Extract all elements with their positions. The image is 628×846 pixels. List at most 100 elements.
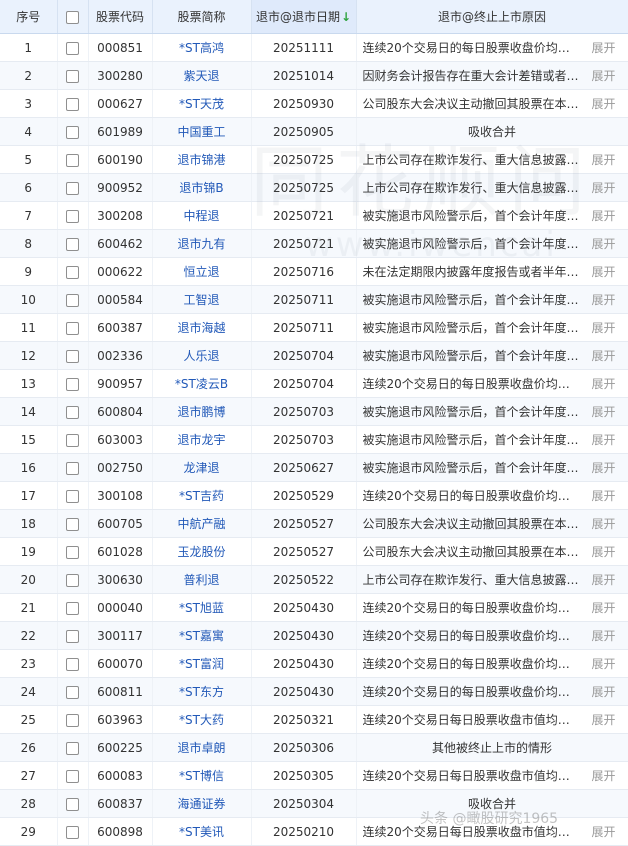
stock-name-link[interactable]: *ST大药	[179, 713, 224, 727]
cell-name[interactable]: 退市锦B	[152, 173, 252, 202]
row-checkbox[interactable]	[66, 237, 79, 251]
expand-link[interactable]: 展开	[591, 571, 627, 588]
header-date[interactable]: 退市@退市日期↓	[251, 0, 357, 34]
stock-name-link[interactable]: 普利退	[183, 573, 219, 587]
expand-link[interactable]: 展开	[591, 39, 627, 56]
expand-link[interactable]: 展开	[591, 375, 627, 392]
row-checkbox[interactable]	[66, 377, 79, 391]
cell-select[interactable]	[57, 425, 89, 454]
cell-name[interactable]: 退市鹏博	[152, 397, 252, 426]
row-checkbox[interactable]	[66, 601, 79, 615]
stock-name-link[interactable]: 海通证券	[177, 797, 225, 811]
cell-select[interactable]	[57, 789, 89, 818]
row-checkbox[interactable]	[66, 69, 79, 83]
expand-link[interactable]: 展开	[591, 767, 627, 784]
row-checkbox[interactable]	[66, 461, 79, 475]
cell-select[interactable]	[57, 509, 89, 538]
cell-name[interactable]: 恒立退	[152, 257, 252, 286]
select-all-checkbox[interactable]	[66, 10, 79, 24]
row-checkbox[interactable]	[66, 97, 79, 111]
row-checkbox[interactable]	[66, 153, 79, 167]
cell-select[interactable]	[57, 761, 89, 790]
header-name[interactable]: 股票简称	[152, 0, 252, 34]
stock-name-link[interactable]: 退市鹏博	[177, 405, 225, 419]
stock-name-link[interactable]: 人乐退	[183, 349, 219, 363]
stock-name-link[interactable]: 退市卓朗	[177, 741, 225, 755]
cell-name[interactable]: 中航产融	[152, 509, 252, 538]
cell-select[interactable]	[57, 733, 89, 762]
cell-select[interactable]	[57, 117, 89, 146]
cell-name[interactable]: 退市海越	[152, 313, 252, 342]
stock-name-link[interactable]: 玉龙股份	[177, 545, 225, 559]
row-checkbox[interactable]	[66, 209, 79, 223]
cell-name[interactable]: 海通证券	[152, 789, 252, 818]
cell-name[interactable]: *ST凌云B	[152, 369, 252, 398]
cell-select[interactable]	[57, 201, 89, 230]
row-checkbox[interactable]	[66, 405, 79, 419]
cell-select[interactable]	[57, 61, 89, 90]
stock-name-link[interactable]: 中航产融	[177, 517, 225, 531]
cell-select[interactable]	[57, 341, 89, 370]
row-checkbox[interactable]	[66, 629, 79, 643]
stock-name-link[interactable]: 紫天退	[183, 69, 219, 83]
stock-name-link[interactable]: *ST美讯	[179, 825, 224, 839]
header-code[interactable]: 股票代码	[88, 0, 153, 34]
expand-link[interactable]: 展开	[591, 403, 627, 420]
expand-link[interactable]: 展开	[591, 235, 627, 252]
expand-link[interactable]: 展开	[591, 459, 627, 476]
stock-name-link[interactable]: 退市锦B	[179, 181, 223, 195]
stock-name-link[interactable]: 退市龙宇	[177, 433, 225, 447]
cell-select[interactable]	[57, 369, 89, 398]
expand-link[interactable]: 展开	[591, 431, 627, 448]
stock-name-link[interactable]: 退市锦港	[177, 153, 225, 167]
stock-name-link[interactable]: *ST高鸿	[179, 41, 224, 55]
cell-name[interactable]: 工智退	[152, 285, 252, 314]
stock-name-link[interactable]: 龙津退	[183, 461, 219, 475]
cell-select[interactable]	[57, 33, 89, 62]
cell-select[interactable]	[57, 397, 89, 426]
cell-name[interactable]: 退市锦港	[152, 145, 252, 174]
row-checkbox[interactable]	[66, 657, 79, 671]
cell-name[interactable]: 中程退	[152, 201, 252, 230]
cell-select[interactable]	[57, 649, 89, 678]
expand-link[interactable]: 展开	[591, 67, 627, 84]
cell-name[interactable]: 退市卓朗	[152, 733, 252, 762]
cell-name[interactable]: 普利退	[152, 565, 252, 594]
cell-select[interactable]	[57, 677, 89, 706]
row-checkbox[interactable]	[66, 349, 79, 363]
cell-name[interactable]: *ST大药	[152, 705, 252, 734]
cell-select[interactable]	[57, 145, 89, 174]
expand-link[interactable]: 展开	[591, 347, 627, 364]
stock-name-link[interactable]: *ST嘉寓	[179, 629, 224, 643]
row-checkbox[interactable]	[66, 181, 79, 195]
row-checkbox[interactable]	[66, 321, 79, 335]
row-checkbox[interactable]	[66, 825, 79, 839]
row-checkbox[interactable]	[66, 433, 79, 447]
expand-link[interactable]: 展开	[591, 291, 627, 308]
sort-desc-icon[interactable]: ↓	[341, 10, 351, 24]
cell-select[interactable]	[57, 453, 89, 482]
row-checkbox[interactable]	[66, 573, 79, 587]
cell-name[interactable]: 中国重工	[152, 117, 252, 146]
stock-name-link[interactable]: 恒立退	[183, 265, 219, 279]
cell-select[interactable]	[57, 313, 89, 342]
expand-link[interactable]: 展开	[591, 515, 627, 532]
stock-name-link[interactable]: *ST天茂	[179, 97, 224, 111]
cell-name[interactable]: 退市九有	[152, 229, 252, 258]
header-select-all[interactable]	[57, 0, 89, 34]
cell-name[interactable]: *ST旭蓝	[152, 593, 252, 622]
cell-select[interactable]	[57, 621, 89, 650]
cell-select[interactable]	[57, 89, 89, 118]
expand-link[interactable]: 展开	[591, 207, 627, 224]
cell-select[interactable]	[57, 817, 89, 846]
stock-name-link[interactable]: 退市海越	[177, 321, 225, 335]
cell-select[interactable]	[57, 593, 89, 622]
row-checkbox[interactable]	[66, 517, 79, 531]
cell-name[interactable]: *ST高鸿	[152, 33, 252, 62]
cell-select[interactable]	[57, 285, 89, 314]
expand-link[interactable]: 展开	[591, 627, 627, 644]
row-checkbox[interactable]	[66, 741, 79, 755]
cell-name[interactable]: *ST天茂	[152, 89, 252, 118]
expand-link[interactable]: 展开	[591, 263, 627, 280]
cell-select[interactable]	[57, 481, 89, 510]
